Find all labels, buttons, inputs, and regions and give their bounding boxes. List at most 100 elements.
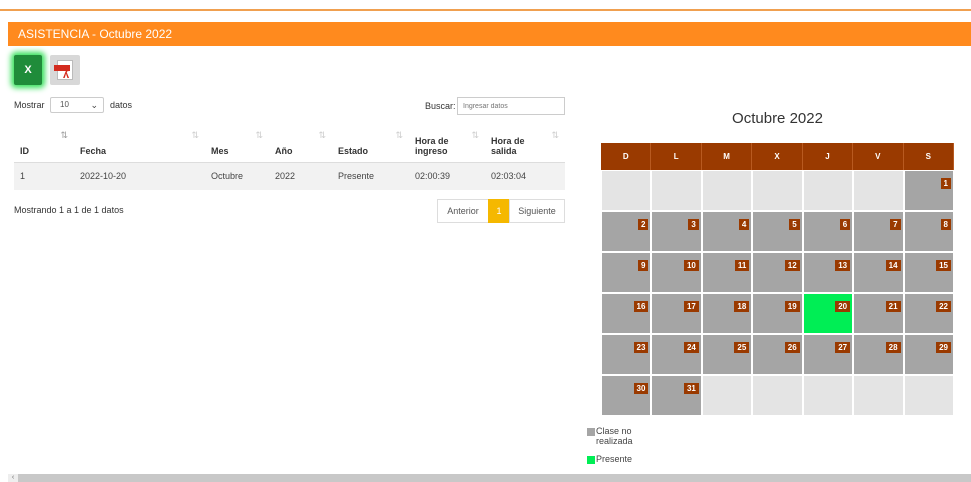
table-row[interactable]: 1 2022-10-20 Octubre 2022 Presente 02:00… xyxy=(14,162,565,190)
calendar-day[interactable]: 5 xyxy=(752,211,803,252)
legend-present-label: Presente xyxy=(596,454,633,464)
calendar-day[interactable]: 29 xyxy=(903,334,954,375)
day-number: 22 xyxy=(936,301,951,312)
day-number: 23 xyxy=(633,342,649,353)
calendar-day[interactable]: 17 xyxy=(651,293,702,334)
column-header-hora-salida[interactable]: ⇅ Hora de salida xyxy=(485,124,565,163)
calendar-day[interactable]: 8 xyxy=(903,211,954,252)
calendar-day[interactable]: 21 xyxy=(853,293,904,334)
calendar-day[interactable]: 2 xyxy=(601,211,652,252)
sort-icon: ⇅ xyxy=(255,130,263,140)
day-number: 9 xyxy=(637,260,649,271)
calendar-day[interactable]: 30 xyxy=(601,375,652,416)
calendar-day[interactable]: 18 xyxy=(701,293,753,334)
export-pdf-button[interactable]: ʎ xyxy=(50,55,80,85)
calendar-day[interactable]: 14 xyxy=(853,252,904,293)
day-number: 1 xyxy=(940,178,951,189)
search-label: Buscar: xyxy=(425,101,456,111)
day-number: 30 xyxy=(633,383,649,394)
column-header-estado[interactable]: ⇅ Estado xyxy=(332,124,409,163)
day-number: 11 xyxy=(734,260,750,271)
weekday-header: X xyxy=(752,143,803,170)
calendar-day[interactable]: 15 xyxy=(903,252,954,293)
calendar-day[interactable]: 6 xyxy=(802,211,854,252)
column-header-fecha[interactable]: ⇅ Fecha xyxy=(74,124,205,163)
export-excel-button[interactable]: X xyxy=(14,55,42,85)
calendar-day[interactable]: 10 xyxy=(651,252,702,293)
sort-icon: ⇅ xyxy=(471,130,479,140)
column-header-anio[interactable]: ⇅ Año xyxy=(269,124,332,163)
calendar-day[interactable]: 3 xyxy=(651,211,702,252)
calendar-day[interactable]: 19 xyxy=(752,293,803,334)
calendar-empty-cell xyxy=(853,375,904,416)
day-number: 31 xyxy=(683,383,699,394)
weekday-header: D xyxy=(601,143,652,170)
calendar-empty-cell xyxy=(903,375,954,416)
calendar-day[interactable]: 27 xyxy=(802,334,854,375)
calendar-empty-cell xyxy=(701,170,753,211)
weekday-header: S xyxy=(903,143,954,170)
calendar-day[interactable]: 4 xyxy=(701,211,753,252)
calendar-day[interactable]: 1 xyxy=(903,170,954,211)
page-size-select[interactable]: 10 ⌄ xyxy=(50,97,104,113)
page-size-value: 10 xyxy=(60,100,69,109)
calendar-day-present[interactable]: 20 xyxy=(802,293,854,334)
day-number: 6 xyxy=(839,219,851,230)
show-entries-label: Mostrar xyxy=(14,100,45,110)
calendar-empty-cell xyxy=(802,375,854,416)
cell-hora-salida: 02:03:04 xyxy=(485,162,565,190)
day-number: 27 xyxy=(835,342,851,353)
top-divider xyxy=(0,9,971,11)
calendar-empty-cell xyxy=(752,170,803,211)
calendar-day[interactable]: 31 xyxy=(651,375,702,416)
calendar-day[interactable]: 25 xyxy=(701,334,753,375)
calendar-day[interactable]: 12 xyxy=(752,252,803,293)
sort-icon: ⇅ xyxy=(395,130,403,140)
cell-estado: Presente xyxy=(332,162,409,190)
day-number: 4 xyxy=(738,219,750,230)
calendar-title: Octubre 2022 xyxy=(732,110,823,127)
search-input[interactable] xyxy=(457,97,565,115)
day-number: 12 xyxy=(784,260,800,271)
calendar-empty-cell xyxy=(701,375,753,416)
day-number: 8 xyxy=(940,219,951,230)
day-number: 28 xyxy=(885,342,901,353)
sort-icon: ⇅ xyxy=(191,130,199,140)
column-header-id[interactable]: ⇅ ID xyxy=(14,124,74,163)
calendar-day[interactable]: 24 xyxy=(651,334,702,375)
day-number: 7 xyxy=(890,219,901,230)
calendar-day[interactable]: 23 xyxy=(601,334,652,375)
column-header-mes[interactable]: ⇅ Mes xyxy=(205,124,269,163)
sort-icon: ⇅ xyxy=(551,130,559,140)
day-number: 13 xyxy=(835,260,851,271)
cell-fecha: 2022-10-20 xyxy=(74,162,205,190)
calendar-day[interactable]: 7 xyxy=(853,211,904,252)
attendance-table: ⇅ ID ⇅ Fecha ⇅ Mes ⇅ Año ⇅ Estado ⇅ Hora de in… xyxy=(14,124,565,190)
day-number: 16 xyxy=(633,301,649,312)
cell-mes: Octubre xyxy=(205,162,269,190)
calendar-day[interactable]: 13 xyxy=(802,252,854,293)
scroll-left-icon[interactable]: ‹ xyxy=(8,474,18,482)
pagination-prev-button[interactable]: Anterior xyxy=(437,199,489,223)
day-number: 15 xyxy=(936,260,951,271)
calendar-day[interactable]: 11 xyxy=(701,252,753,293)
calendar-empty-cell xyxy=(853,170,904,211)
calendar-day[interactable]: 22 xyxy=(903,293,954,334)
column-header-hora-ingreso[interactable]: ⇅ Hora de ingreso xyxy=(409,124,485,163)
day-number: 2 xyxy=(637,219,649,230)
calendar-day[interactable]: 16 xyxy=(601,293,652,334)
sort-icon: ⇅ xyxy=(318,130,326,140)
horizontal-scrollbar[interactable]: ‹ xyxy=(8,474,971,482)
calendar-day[interactable]: 28 xyxy=(853,334,904,375)
excel-icon: X xyxy=(24,64,32,76)
pagination-page-1[interactable]: 1 xyxy=(488,199,510,223)
pagination-next-button[interactable]: Siguiente xyxy=(509,199,565,223)
weekday-header: M xyxy=(701,143,753,170)
gray-swatch xyxy=(587,427,595,436)
calendar-day[interactable]: 9 xyxy=(601,252,652,293)
day-number: 29 xyxy=(936,342,951,353)
page-title: ASISTENCIA - Octubre 2022 xyxy=(18,27,173,41)
calendar-day[interactable]: 26 xyxy=(752,334,803,375)
day-number: 26 xyxy=(784,342,800,353)
day-number: 25 xyxy=(734,342,750,353)
